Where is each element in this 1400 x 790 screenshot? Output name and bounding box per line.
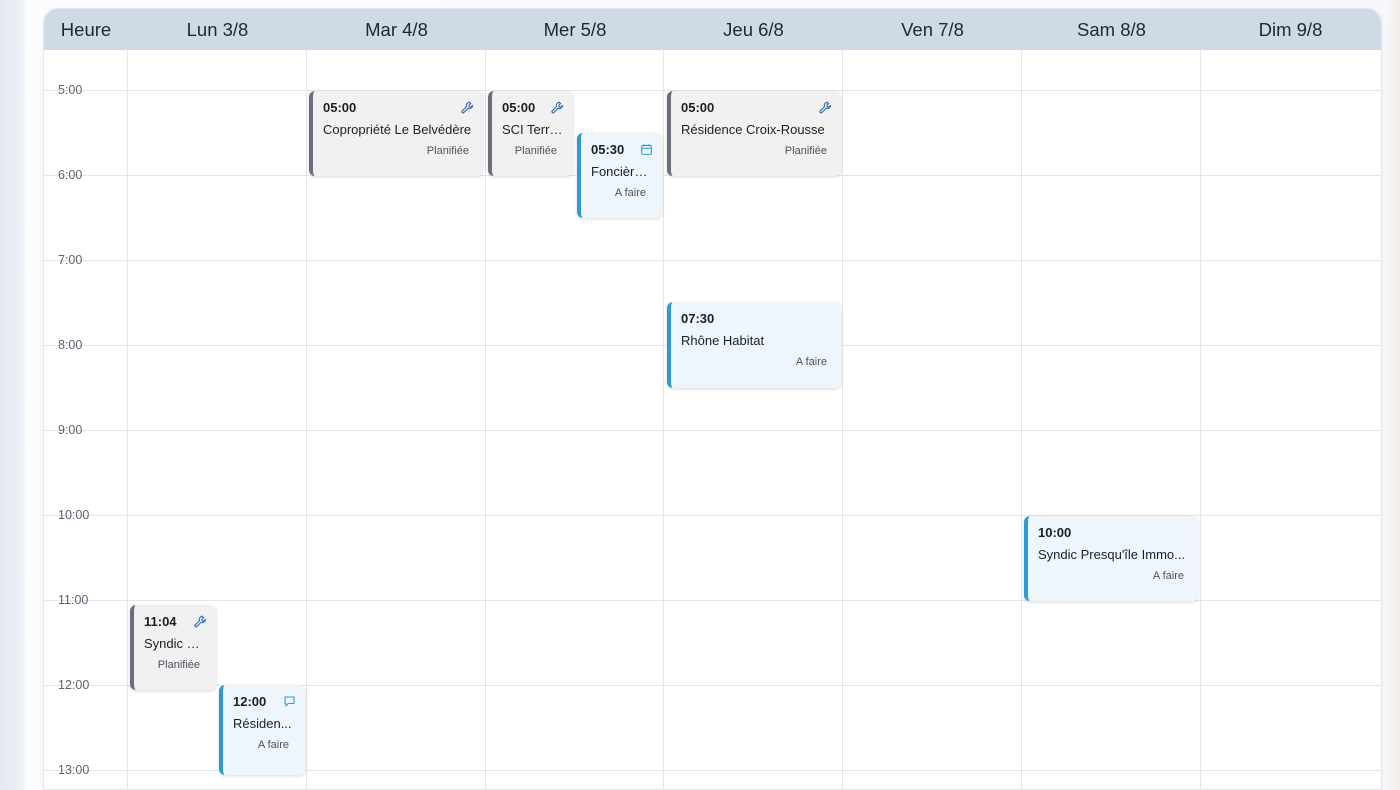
calendar-header: Heure Lun 3/8 Mar 4/8 Mer 5/8 Jeu 6/8 Ve… (44, 9, 1381, 50)
event-title: Copropriété Le Belvédère (323, 122, 472, 137)
day-header-wed[interactable]: Mer 5/8 (486, 9, 664, 50)
wrench-icon (461, 101, 474, 114)
event-title: SCI Terre... (502, 122, 563, 137)
grid-separator (663, 50, 664, 789)
time-label: 12:00 (58, 678, 90, 692)
grid-separator (485, 50, 486, 789)
event-title: Résiden... (233, 716, 292, 731)
event-card[interactable]: 07:30 Rhône Habitat A faire (667, 302, 841, 388)
event-card[interactable]: 05:00 Copropriété Le Belvédère Planifiée (309, 91, 483, 176)
day-header-fri[interactable]: Ven 7/8 (843, 9, 1022, 50)
time-label: 7:00 (58, 253, 83, 267)
event-status: A faire (257, 739, 289, 751)
event-card[interactable]: 12:00 Résiden... A faire (219, 685, 305, 775)
event-status: A faire (795, 356, 827, 368)
time-label: 11:00 (58, 593, 89, 607)
time-label: 9:00 (58, 423, 83, 437)
event-card[interactable]: 05:30 Foncière... A faire (577, 133, 662, 218)
event-status: A faire (614, 187, 646, 199)
chat-icon (284, 696, 295, 707)
day-header-thu[interactable]: Jeu 6/8 (664, 9, 843, 50)
time-grid[interactable]: 5:00 6:00 7:00 8:00 9:00 10:00 11:00 12:… (44, 50, 1381, 789)
event-time: 05:30 (591, 142, 625, 157)
event-card[interactable]: 10:00 Syndic Presqu'île Immo... A faire (1024, 516, 1198, 601)
event-time: 12:00 (233, 694, 267, 709)
time-label: 13:00 (58, 763, 90, 777)
calendar-week-view: Heure Lun 3/8 Mar 4/8 Mer 5/8 Jeu 6/8 Ve… (43, 8, 1382, 790)
event-card[interactable]: 05:00 SCI Terre... Planifiée (488, 91, 573, 176)
day-header-mon[interactable]: Lun 3/8 (128, 9, 307, 50)
wrench-icon (551, 101, 564, 114)
wrench-icon (194, 615, 207, 628)
event-status: Planifiée (157, 659, 200, 671)
hour-line (44, 430, 1381, 431)
time-label: 10:00 (58, 508, 90, 522)
event-card[interactable]: 05:00 Résidence Croix-Rousse Planifiée (667, 91, 841, 176)
time-label: 8:00 (58, 338, 83, 352)
event-status: A faire (1152, 570, 1184, 582)
time-label: 5:00 (58, 83, 83, 97)
event-time: 05:00 (681, 100, 715, 115)
grid-separator (1200, 50, 1201, 789)
event-title: Syndic Presqu'île Immo... (1038, 547, 1185, 562)
event-title: Syndic B... (144, 636, 206, 651)
time-column-header: Heure (60, 19, 112, 40)
time-label: 6:00 (58, 168, 83, 182)
event-time: 10:00 (1038, 525, 1072, 540)
grid-separator (306, 50, 307, 789)
event-time: 05:00 (323, 100, 357, 115)
event-time: 11:04 (144, 614, 177, 629)
grid-separator (127, 50, 128, 789)
event-card[interactable]: 11:04 Syndic B... Planifiée (130, 605, 216, 690)
day-header-sun[interactable]: Dim 9/8 (1201, 9, 1380, 50)
day-header-tue[interactable]: Mar 4/8 (307, 9, 486, 50)
event-status: Planifiée (784, 145, 827, 157)
hour-line (44, 260, 1381, 261)
event-time: 05:00 (502, 100, 536, 115)
event-time: 07:30 (681, 311, 715, 326)
event-status: Planifiée (426, 145, 469, 157)
grid-separator (1021, 50, 1022, 789)
event-title: Résidence Croix-Rousse (681, 122, 825, 137)
event-status: Planifiée (514, 145, 557, 157)
grid-separator (842, 50, 843, 789)
event-title: Foncière... (591, 164, 652, 179)
wrench-icon (819, 101, 832, 114)
day-header-sat[interactable]: Sam 8/8 (1022, 9, 1201, 50)
calendar-icon (641, 144, 652, 155)
event-title: Rhône Habitat (681, 333, 765, 348)
